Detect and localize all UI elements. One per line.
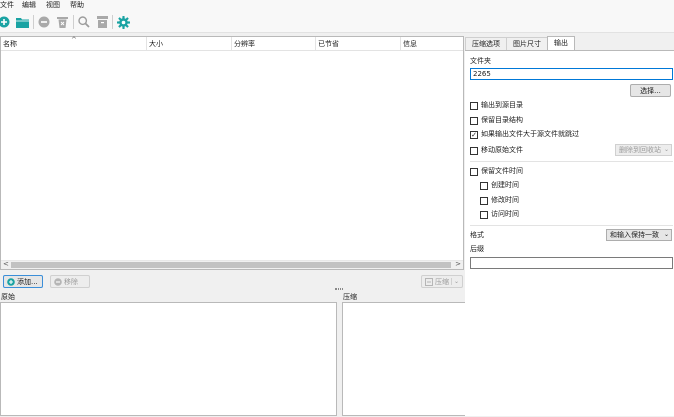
accessed-label: 访问时间 (491, 210, 519, 218)
menu-view[interactable]: 视图 (46, 1, 60, 10)
search-icon[interactable] (77, 15, 91, 29)
created-label: 创建时间 (491, 181, 519, 189)
suffix-label: 后缀 (470, 245, 484, 253)
toolbar-separator (112, 15, 113, 29)
column-resolution[interactable]: 分辨率 (232, 37, 316, 51)
divider (470, 161, 673, 162)
move-destination-value: 删除到回收站 (619, 146, 661, 154)
format-select[interactable]: 和输入保持一致 ⌄ (606, 229, 672, 241)
compress-button-label: 压缩 (434, 277, 449, 286)
add-button[interactable]: 添加... (3, 275, 43, 288)
menu-help[interactable]: 帮助 (70, 1, 84, 10)
compressed-pane-label: 压缩 (343, 293, 357, 301)
toolbar (0, 11, 674, 33)
column-name[interactable]: 名称 (1, 37, 147, 51)
suffix-input[interactable] (470, 257, 673, 269)
file-list-header: ^ 名称 大小 分辨率 已节省 信息 (1, 36, 463, 51)
toolbar-separator (73, 15, 74, 29)
open-folder-icon[interactable] (15, 15, 29, 29)
settings-tabs: 压缩选项 图片尺寸 输出 (465, 36, 674, 50)
format-value: 和输入保持一致 (610, 231, 659, 239)
skip-if-larger-checkbox[interactable]: ✓ (470, 131, 478, 139)
column-size[interactable]: 大小 (147, 37, 232, 51)
tab-image-size[interactable]: 图片尺寸 (506, 37, 548, 50)
tab-output[interactable]: 输出 (547, 36, 575, 50)
move-originals-checkbox[interactable] (470, 147, 478, 155)
keep-structure-checkbox[interactable] (470, 117, 478, 125)
menu-edit[interactable]: 编辑 (22, 1, 36, 10)
modified-label: 修改时间 (491, 196, 519, 204)
modified-checkbox[interactable] (480, 197, 488, 205)
add-icon (7, 277, 15, 286)
checkmark-icon: ✓ (471, 130, 477, 139)
file-list[interactable]: ^ 名称 大小 分辨率 已节省 信息 < > (0, 36, 464, 270)
accessed-checkbox[interactable] (480, 211, 488, 219)
tab-compression-options[interactable]: 压缩选项 (465, 37, 507, 50)
add-icon[interactable] (0, 15, 11, 29)
remove-button[interactable]: 移除 (50, 275, 90, 288)
same-folder-label: 输出到源目录 (481, 101, 523, 109)
browse-button[interactable]: 选择... (630, 84, 671, 97)
menu-bar: 文件 编辑 视图 帮助 (0, 0, 674, 11)
remove-icon (54, 277, 62, 286)
scroll-right-icon[interactable]: > (455, 260, 461, 268)
chevron-down-icon: ⌄ (663, 146, 669, 153)
original-pane-label: 原始 (1, 293, 15, 301)
keep-dates-label: 保留文件时间 (481, 167, 523, 175)
pane-splitter[interactable] (335, 288, 343, 290)
archive-icon[interactable] (95, 15, 109, 29)
scroll-left-icon[interactable]: < (3, 260, 9, 268)
created-checkbox[interactable] (480, 182, 488, 190)
clear-icon[interactable] (55, 15, 69, 29)
divider (470, 225, 673, 226)
horizontal-scrollbar[interactable]: < > (1, 260, 463, 269)
folder-input[interactable]: 2265 (470, 68, 673, 80)
move-destination-select[interactable]: 删除到回收站 ⌄ (615, 144, 672, 156)
toolbar-separator (33, 15, 34, 29)
format-label: 格式 (470, 231, 484, 239)
compress-icon (425, 277, 433, 286)
scrollbar-thumb[interactable] (11, 262, 451, 268)
same-folder-checkbox[interactable] (470, 102, 478, 110)
settings-icon[interactable] (116, 15, 130, 29)
compress-button[interactable]: 压缩 ⌄ (421, 275, 463, 288)
keep-dates-checkbox[interactable] (470, 168, 478, 176)
output-panel: 文件夹 2265 选择... 输出到源目录 保留目录结构 ✓ 如果输出文件大于源… (465, 50, 674, 416)
skip-if-larger-label: 如果输出文件大于源文件就跳过 (481, 130, 579, 138)
chevron-down-icon[interactable]: ⌄ (450, 278, 459, 285)
column-saved[interactable]: 已节省 (316, 37, 401, 51)
menu-file[interactable]: 文件 (0, 1, 14, 10)
remove-button-label: 移除 (64, 277, 78, 286)
keep-structure-label: 保留目录结构 (481, 116, 523, 124)
folder-label: 文件夹 (470, 57, 491, 65)
remove-icon[interactable] (37, 15, 51, 29)
move-originals-label: 移动原始文件 (481, 146, 523, 154)
add-button-label: 添加... (17, 277, 38, 286)
original-preview (0, 302, 337, 416)
chevron-down-icon: ⌄ (663, 231, 669, 238)
column-info[interactable]: 信息 (401, 37, 463, 51)
